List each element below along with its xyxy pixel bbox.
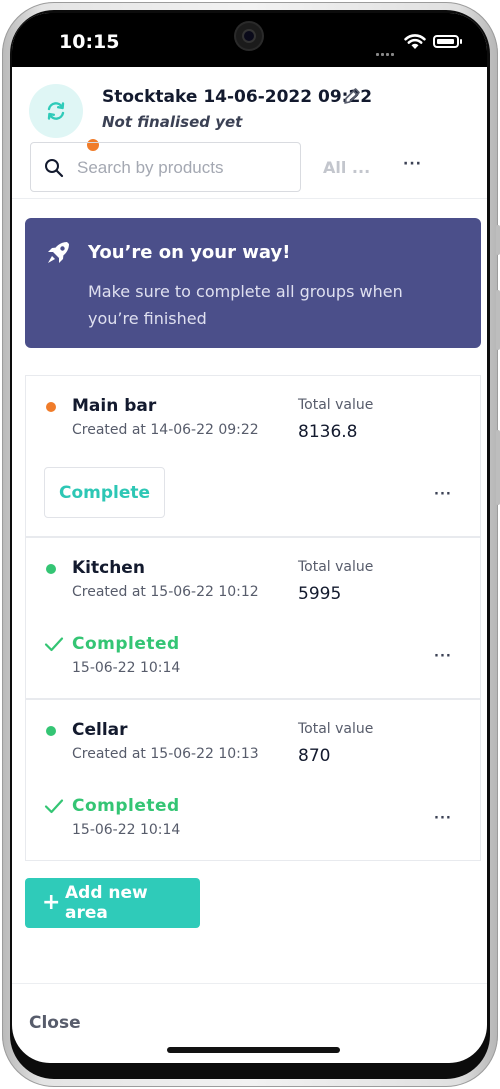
- filter-dropdown[interactable]: All ...: [323, 158, 370, 177]
- page-title: Stocktake 14-06-2022 09:22: [102, 87, 373, 107]
- total-value: 8136.8: [298, 422, 358, 442]
- completed-date: 15-06-22 10:14: [72, 660, 181, 676]
- battery-tip: [460, 39, 462, 44]
- total-value-label: Total value: [298, 721, 374, 737]
- area-card-cellar: Cellar Created at 15-06-22 10:13 Total v…: [25, 699, 481, 861]
- close-button[interactable]: Close: [29, 1013, 81, 1033]
- search-field[interactable]: [30, 142, 301, 192]
- area-more-button[interactable]: ···: [434, 487, 452, 502]
- area-name: Kitchen: [72, 558, 145, 578]
- stocktake-header: Stocktake 14-06-2022 09:22 Not finalised…: [12, 67, 487, 199]
- app-screen: 10:15 Stocktake 14-06-2022 09:22 Not fin…: [12, 13, 487, 1063]
- complete-area-button[interactable]: Complete: [44, 467, 165, 518]
- area-name: Cellar: [72, 720, 128, 740]
- front-camera: [236, 23, 262, 49]
- side-button: [496, 225, 500, 255]
- total-value: 5995: [298, 584, 342, 604]
- avatar: [29, 84, 101, 153]
- plus-icon: +: [42, 890, 61, 915]
- wifi-icon: [404, 34, 426, 49]
- sync-icon: [47, 102, 65, 120]
- completed-date: 15-06-22 10:14: [72, 822, 181, 838]
- pending-status-dot: [46, 402, 56, 412]
- search-input[interactable]: [75, 155, 289, 181]
- rocket-icon: [48, 242, 69, 263]
- home-indicator: [167, 1047, 340, 1053]
- header-more-button[interactable]: ···: [403, 156, 422, 172]
- banner-message: Make sure to complete all groups when yo…: [88, 282, 403, 328]
- add-new-area-label: Add new area: [65, 883, 148, 923]
- progress-banner: You’re on your way! Make sure to complet…: [25, 218, 481, 348]
- status-bar: 10:15: [12, 13, 487, 67]
- finalised-status: Not finalised yet: [102, 113, 243, 131]
- banner-title: You’re on your way!: [88, 242, 291, 263]
- area-name: Main bar: [72, 396, 157, 416]
- check-icon: [44, 637, 64, 652]
- area-created-date: Created at 15-06-22 10:13: [72, 746, 259, 762]
- area-more-button[interactable]: ···: [434, 811, 452, 826]
- header-divider: [12, 198, 487, 199]
- total-value: 870: [298, 746, 331, 766]
- area-more-button[interactable]: ···: [434, 649, 452, 664]
- area-card-kitchen: Kitchen Created at 15-06-22 10:12 Total …: [25, 537, 481, 699]
- side-button: [496, 290, 500, 350]
- check-icon: [44, 799, 64, 814]
- completed-status: Completed: [72, 796, 180, 816]
- status-time: 10:15: [59, 31, 120, 53]
- add-new-area-button[interactable]: + Add new area: [25, 878, 200, 928]
- cellular-signal-icon: [376, 41, 396, 60]
- pencil-icon[interactable]: [342, 86, 362, 106]
- total-value-label: Total value: [298, 559, 374, 575]
- search-icon: [45, 159, 64, 178]
- footer-divider: [12, 983, 487, 984]
- area-card-main-bar: Main bar Created at 14-06-22 09:22 Total…: [25, 375, 481, 537]
- area-created-date: Created at 15-06-22 10:12: [72, 584, 259, 600]
- battery-icon: [433, 35, 459, 48]
- side-button: [496, 430, 500, 505]
- completed-status-dot: [46, 726, 56, 736]
- completed-status-dot: [46, 564, 56, 574]
- device-frame: 10:15 Stocktake 14-06-2022 09:22 Not fin…: [0, 0, 500, 1089]
- area-created-date: Created at 14-06-22 09:22: [72, 422, 259, 438]
- total-value-label: Total value: [298, 397, 374, 413]
- completed-status: Completed: [72, 634, 180, 654]
